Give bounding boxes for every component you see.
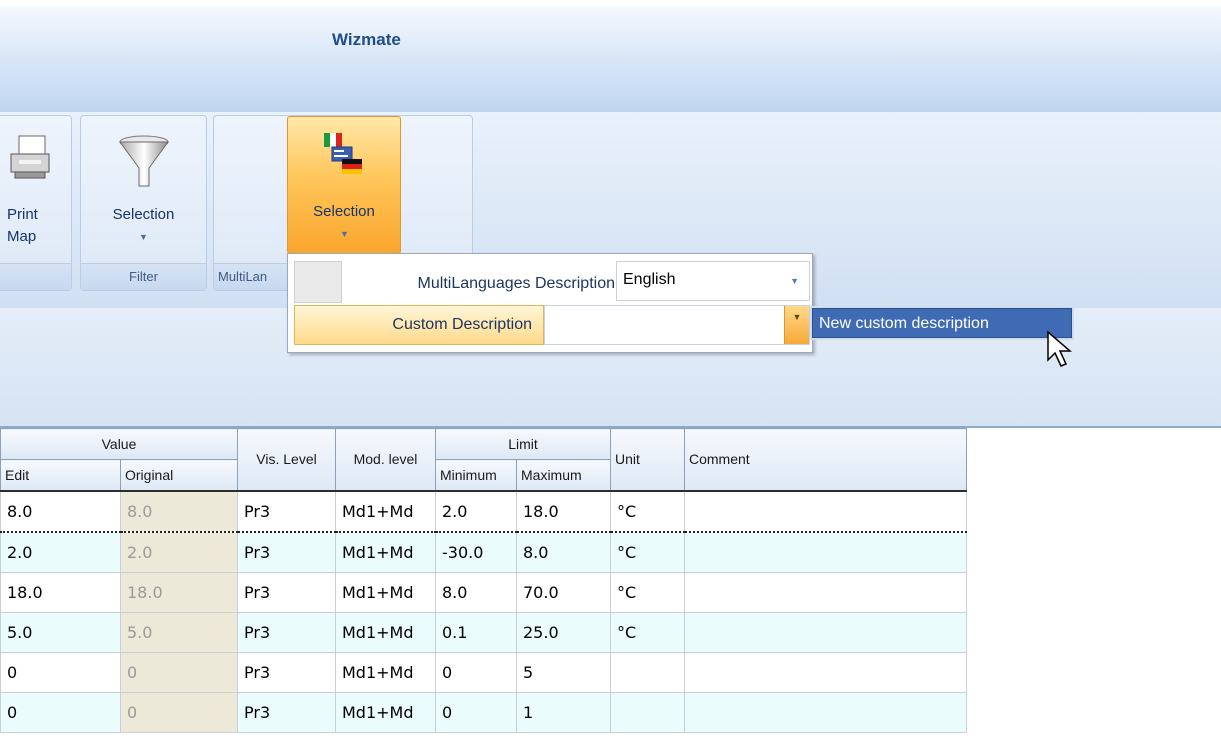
vis-level-cell[interactable]: Pr3 [237,489,336,533]
comment-cell[interactable] [684,611,967,653]
maximum-cell: 5 [516,651,611,693]
vis-level-cell[interactable]: Pr3 [237,651,336,693]
edit-cell[interactable]: 8.0 [0,489,121,533]
comment-cell[interactable] [684,691,967,733]
minimum-cell: 0 [435,691,517,733]
original-cell: 18.0 [120,571,238,613]
table-row[interactable]: 5.0 5.0 Pr3 Md1+Md 0.1 25.0 °C [0,611,967,653]
edit-cell[interactable]: 5.0 [0,611,121,653]
table-row[interactable]: 0 0 Pr3 Md1+Md 0 5 [0,651,967,693]
unit-header[interactable]: Unit [610,428,685,492]
mod-level-cell[interactable]: Md1+Md [335,531,436,573]
maximum-cell: 70.0 [516,571,611,613]
language-selection-label: Selection [313,203,375,220]
limit-group-header: Limit [435,428,611,460]
flags-icon [324,133,362,174]
mod-level-cell[interactable]: Md1+Md [335,651,436,693]
parameter-grid: Value Vis. Level Mod. level Limit Unit C… [0,428,967,733]
mod-level-header[interactable]: Mod. level [335,428,436,492]
table-row[interactable]: 2.0 2.0 Pr3 Md1+Md -30.0 8.0 °C [0,531,967,573]
title-bar: Wizmate [0,0,1221,64]
mod-level-cell[interactable]: Md1+Md [335,611,436,653]
unit-cell: °C [610,489,685,533]
unit-cell: °C [610,611,685,653]
maximum-cell: 8.0 [516,531,611,573]
unit-cell: °C [610,531,685,573]
filter-selection-label: Selection [112,206,175,223]
row1-gutter [294,261,342,303]
unit-cell: °C [610,571,685,613]
custom-description-dropdown-button[interactable]: ▼ [784,306,809,344]
multilanguages-description-label: MultiLanguages Description [417,275,615,292]
original-cell: 2.0 [120,531,238,573]
parameter-table: Value Vis. Level Mod. level Limit Unit C… [0,428,967,733]
original-header[interactable]: Original [120,459,238,492]
printer-icon [10,135,50,179]
map-label: Map [7,228,37,245]
print-label: Print [7,206,38,223]
language-dropdown-panel: MultiLanguages Description English ▼ Cus… [287,253,813,353]
unit-cell [610,651,685,693]
filter-group-caption: Filter [81,263,206,290]
custom-description-select[interactable]: ▼ [544,305,810,345]
language-selection-button[interactable]: Selection ▼ [287,116,401,254]
edit-cell[interactable]: 18.0 [0,571,121,613]
maximum-header[interactable]: Maximum [516,459,611,492]
maximum-cell: 1 [516,691,611,733]
custom-description-label: Custom Description [392,316,532,333]
mod-level-cell[interactable]: Md1+Md [335,691,436,733]
mod-level-cell[interactable]: Md1+Md [335,489,436,533]
table-row[interactable]: 8.0 8.0 Pr3 Md1+Md 2.0 18.0 °C [0,489,967,533]
maximum-cell: 18.0 [516,489,611,533]
table-row[interactable]: 0 0 Pr3 Md1+Md 0 1 [0,691,967,733]
original-cell: 0 [120,651,238,693]
vis-level-cell[interactable]: Pr3 [237,611,336,653]
print-group: Print Map [0,115,72,291]
comment-cell[interactable] [684,489,967,533]
filter-group: Selection ▼ Filter [80,115,207,291]
multilanguages-description-select[interactable]: English ▼ [616,261,810,301]
edit-cell[interactable]: 2.0 [0,531,121,573]
maximum-cell: 25.0 [516,611,611,653]
print-group-caption [0,263,71,290]
minimum-header[interactable]: Minimum [435,459,517,492]
table-row[interactable]: 18.0 18.0 Pr3 Md1+Md 8.0 70.0 °C [0,571,967,613]
value-group-header: Value [0,428,238,460]
minimum-cell: 8.0 [435,571,517,613]
vis-level-cell[interactable]: Pr3 [237,571,336,613]
vis-level-cell[interactable]: Pr3 [237,691,336,733]
new-custom-description-option[interactable]: New custom description [812,308,1072,338]
comment-cell[interactable] [684,531,967,573]
vis-level-header[interactable]: Vis. Level [237,428,336,492]
chevron-down-icon: ▼ [340,229,349,239]
mod-level-cell[interactable]: Md1+Md [335,571,436,613]
vis-level-cell[interactable]: Pr3 [237,531,336,573]
comment-cell[interactable] [684,571,967,613]
minimum-cell: 2.0 [435,489,517,533]
comment-cell[interactable] [684,651,967,693]
ribbon-tab-strip [0,64,1221,112]
chevron-down-icon: ▼ [139,232,148,242]
app-title: Wizmate [332,30,401,49]
original-cell: 8.0 [120,489,238,533]
comment-header[interactable]: Comment [684,428,967,492]
original-cell: 0 [120,691,238,733]
filter-selection-button[interactable]: Selection ▼ [81,116,206,262]
original-cell: 5.0 [120,611,238,653]
chevron-down-icon: ▼ [790,276,799,286]
minimum-cell: 0.1 [435,611,517,653]
edit-cell[interactable]: 0 [0,651,121,693]
mouse-pointer-icon [1047,330,1073,367]
print-map-button[interactable]: Print Map [7,204,38,248]
minimum-cell: 0 [435,651,517,693]
edit-header[interactable]: Edit [0,459,121,492]
funnel-icon [119,135,169,187]
selected-language: English [623,271,676,288]
edit-cell[interactable]: 0 [0,691,121,733]
grid-body: 8.0 8.0 Pr3 Md1+Md 2.0 18.0 °C 2.0 2.0 Pr3 Md1+Md -… [0,489,967,733]
unit-cell [610,691,685,733]
minimum-cell: -30.0 [435,531,517,573]
